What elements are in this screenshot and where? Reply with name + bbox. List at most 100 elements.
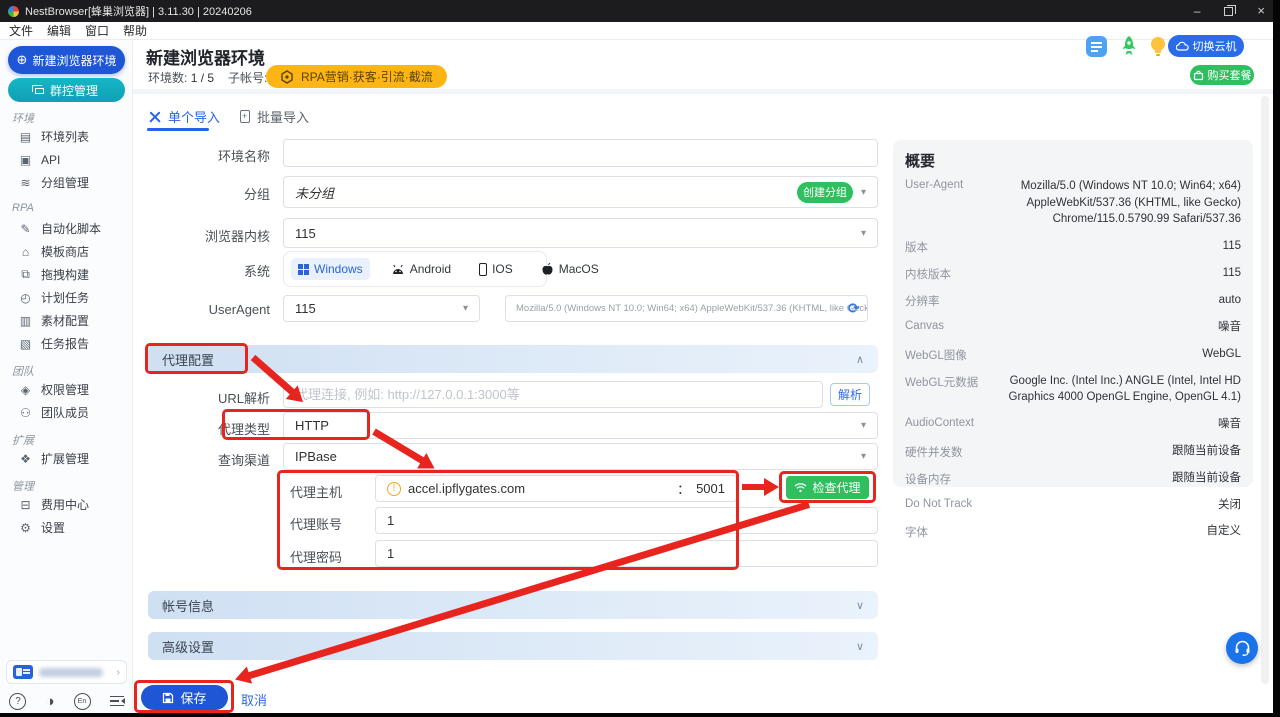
- account-info-title: 帐号信息: [162, 596, 214, 615]
- save-button[interactable]: 保存: [141, 685, 228, 710]
- theme-toggle-icon[interactable]: ◑: [45, 694, 54, 709]
- subaccount-label: 子帐号:: [228, 71, 267, 85]
- api-icon: ▣: [18, 153, 33, 167]
- kernel-value: 115: [295, 226, 316, 241]
- menu-file[interactable]: 文件: [9, 22, 33, 39]
- os-option-ios[interactable]: IOS: [472, 258, 520, 280]
- warning-icon: !: [387, 482, 401, 496]
- proxy-config-section-header[interactable]: 代理配置 ∧: [148, 345, 878, 373]
- sidebar-item-env-list[interactable]: ▤环境列表: [0, 125, 133, 148]
- sidebar-item-team-members[interactable]: ⚇团队成员: [0, 401, 133, 424]
- page-title: 新建浏览器环境: [146, 44, 265, 69]
- chevron-up-icon: ∧: [856, 353, 864, 366]
- sidebar-item-group-manage[interactable]: ≋分组管理: [0, 171, 133, 194]
- proxy-type-label: 代理类型: [150, 419, 270, 438]
- cloud-machine-icon: [1176, 41, 1189, 51]
- proxy-host-input[interactable]: ! accel.ipflygates.com ： 5001: [375, 475, 737, 502]
- kernel-select[interactable]: 115 ▾: [283, 218, 878, 248]
- rpa-banner[interactable]: RPA营销·获客·引流·截流: [266, 65, 447, 88]
- sidebar-item-permission[interactable]: ◈权限管理: [0, 378, 133, 401]
- material-icon: ▥: [18, 314, 33, 328]
- proxy-type-select[interactable]: HTTP ▾: [283, 412, 878, 439]
- gear-icon: ⚙: [18, 521, 33, 535]
- url-parse-input-field[interactable]: [295, 387, 811, 402]
- env-name-input[interactable]: [283, 139, 878, 167]
- query-channel-select[interactable]: IPBase ▾: [283, 443, 878, 470]
- support-fab[interactable]: [1226, 632, 1258, 664]
- cancel-link[interactable]: 取消: [241, 690, 267, 709]
- new-env-button[interactable]: ⊕ 新建浏览器环境: [8, 46, 125, 74]
- useragent-label: UserAgent: [150, 302, 270, 317]
- summary-row-webgl-image: WebGL图像WebGL: [905, 341, 1241, 368]
- switch-cloud-button[interactable]: 切换云机: [1168, 35, 1244, 57]
- proxy-port-value[interactable]: 5001: [696, 481, 725, 496]
- refresh-icon[interactable]: ⟳: [848, 300, 860, 317]
- tab-single-import[interactable]: 单个导入: [149, 107, 220, 126]
- summary-panel: 概要 User-AgentMozilla/5.0 (Windows NT 10.…: [893, 140, 1253, 487]
- env-name-input-field[interactable]: [295, 146, 866, 161]
- sidebar-item-material-config[interactable]: ▥素材配置: [0, 309, 133, 332]
- proxy-config-title: 代理配置: [162, 350, 214, 369]
- help-icon[interactable]: ?: [9, 693, 26, 710]
- sidebar-item-extension-manage[interactable]: ❖扩展管理: [0, 447, 133, 470]
- sidebar-item-scheduled-task[interactable]: ◴计划任务: [0, 286, 133, 309]
- proxy-account-input[interactable]: 1: [375, 507, 878, 534]
- android-icon: [391, 264, 405, 275]
- language-icon[interactable]: En: [74, 693, 91, 710]
- sidebar-item-drag-build[interactable]: ⧉拖拽构建: [0, 263, 133, 286]
- close-button[interactable]: ×: [1257, 5, 1265, 17]
- os-option-android[interactable]: Android: [384, 258, 458, 280]
- rocket-icon[interactable]: [1117, 34, 1141, 58]
- headset-icon: [1234, 640, 1251, 656]
- billing-icon: ⊟: [18, 498, 33, 512]
- sidebar: ⊕ 新建浏览器环境 群控管理 环境 ▤环境列表 ▣API ≋分组管理 RPA ✎…: [0, 40, 133, 713]
- ua-version-select[interactable]: 115 ▾: [283, 295, 480, 322]
- chevron-down-icon: ▾: [861, 187, 866, 198]
- notes-icon[interactable]: [1086, 36, 1107, 57]
- parse-button[interactable]: 解析: [830, 383, 870, 406]
- ua-string-input[interactable]: Mozilla/5.0 (Windows NT 10.0; Win64; x64…: [505, 295, 868, 322]
- tab-batch-import[interactable]: 批量导入: [240, 107, 309, 126]
- account-info-section-header[interactable]: 帐号信息 ∨: [148, 591, 878, 619]
- scrollbar[interactable]: [1261, 96, 1269, 684]
- list-grid-icon: ▤: [18, 130, 33, 144]
- user-card[interactable]: ›: [6, 660, 127, 684]
- menu-edit[interactable]: 编辑: [47, 22, 71, 39]
- ua-string-value: Mozilla/5.0 (Windows NT 10.0; Win64; x64…: [516, 303, 868, 314]
- group-select[interactable]: 未分组 创建分组 ▾: [283, 176, 878, 208]
- proxy-host-label: 代理主机: [290, 482, 360, 501]
- os-option-windows[interactable]: Windows: [291, 258, 370, 280]
- nav-section-env: 环境: [0, 102, 133, 125]
- sidebar-item-auto-script[interactable]: ✎自动化脚本: [0, 217, 133, 240]
- chevron-down-icon: ▾: [861, 228, 866, 239]
- advanced-settings-section-header[interactable]: 高级设置 ∨: [148, 632, 878, 660]
- screen-right-edge: [1273, 0, 1280, 717]
- nav-section-extension: 扩展: [0, 424, 133, 447]
- sidebar-item-settings[interactable]: ⚙设置: [0, 516, 133, 539]
- sidebar-item-template-store[interactable]: ⌂模板商店: [0, 240, 133, 263]
- minimize-button[interactable]: –: [1194, 6, 1201, 16]
- windows-group-icon: [35, 88, 44, 94]
- url-parse-input[interactable]: [283, 381, 823, 408]
- sidebar-item-api[interactable]: ▣API: [0, 148, 133, 171]
- os-option-macos[interactable]: MacOS: [534, 258, 606, 280]
- restore-button[interactable]: [1224, 7, 1233, 16]
- menu-help[interactable]: 帮助: [123, 22, 147, 39]
- bulb-icon[interactable]: [1146, 34, 1170, 58]
- check-proxy-button[interactable]: 检查代理: [786, 476, 869, 499]
- sidebar-item-billing[interactable]: ⊟费用中心: [0, 493, 133, 516]
- tab-batch-label: 批量导入: [257, 107, 309, 126]
- create-group-button[interactable]: 创建分组: [797, 182, 853, 203]
- proxy-password-input[interactable]: 1: [375, 540, 878, 567]
- buy-plan-button[interactable]: 购买套餐: [1190, 65, 1254, 85]
- puzzle-icon: ❖: [18, 452, 33, 466]
- group-control-button[interactable]: 群控管理: [8, 78, 125, 102]
- new-env-button-label: 新建浏览器环境: [32, 52, 116, 69]
- save-button-label: 保存: [180, 688, 206, 707]
- plus-icon: ⊕: [17, 52, 28, 68]
- sidebar-item-task-report[interactable]: ▧任务报告: [0, 332, 133, 355]
- collapse-sidebar-icon[interactable]: [110, 696, 124, 707]
- header-divider: [133, 89, 1273, 94]
- menu-window[interactable]: 窗口: [85, 22, 109, 39]
- proxy-password-value: 1: [387, 546, 394, 561]
